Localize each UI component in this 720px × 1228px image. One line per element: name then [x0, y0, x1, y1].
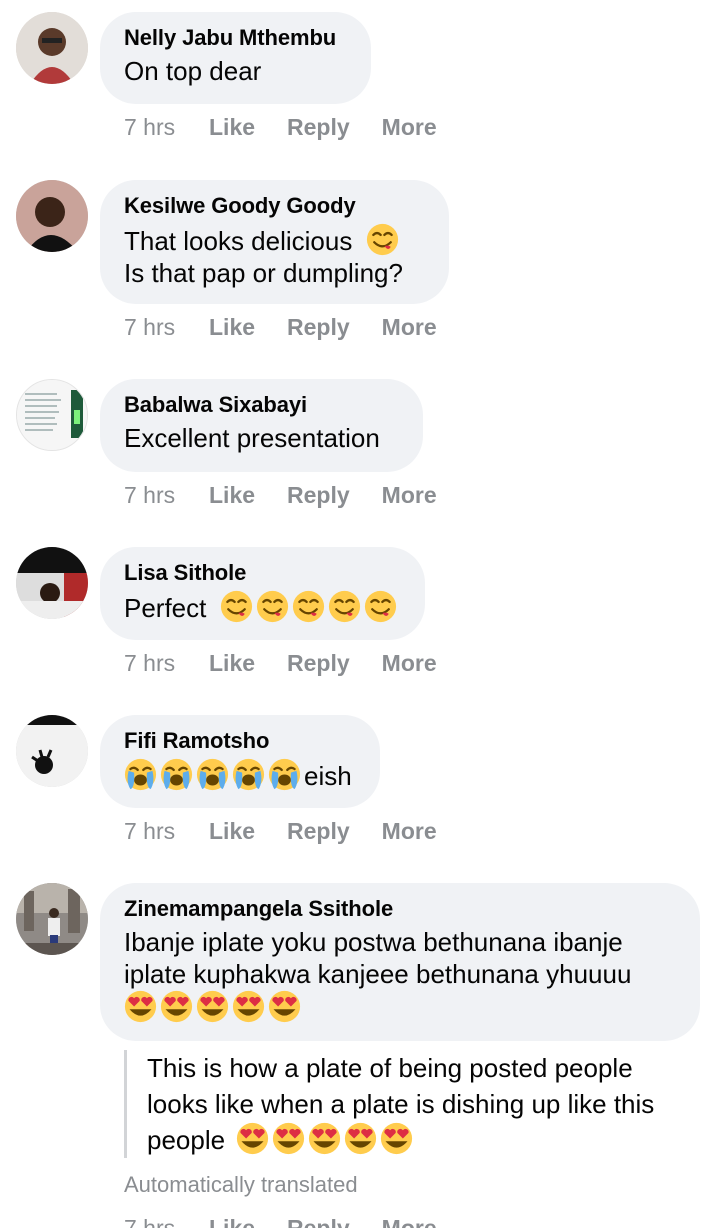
translation-block: This is how a plate of being posted peop…: [124, 1050, 704, 1158]
reply-button[interactable]: Reply: [287, 481, 350, 509]
crying-face-icon: [196, 758, 229, 791]
yum-face-icon: [256, 590, 289, 623]
yum-face-icon: [366, 223, 399, 256]
comment-actions: 7 hrs Like Reply More: [124, 113, 469, 141]
heart-eyes-face-icon: [380, 1122, 413, 1155]
translation-line: looks like when a plate is dishing up li…: [147, 1089, 655, 1119]
comment-author[interactable]: Fifi Ramotsho: [124, 728, 356, 754]
comment-text-line: That looks delicious: [124, 226, 353, 256]
like-button[interactable]: Like: [209, 113, 255, 141]
comment-text: eish: [124, 758, 356, 792]
reply-button[interactable]: Reply: [287, 1214, 350, 1228]
comment-text-line: Perfect: [124, 593, 207, 623]
comment-author[interactable]: Nelly Jabu Mthembu: [124, 25, 347, 51]
crying-face-icon: [160, 758, 193, 791]
like-button[interactable]: Like: [209, 817, 255, 845]
comment-time[interactable]: 7 hrs: [124, 1214, 209, 1228]
comment-actions: 7 hrs Like Reply More: [124, 1214, 469, 1228]
heart-eyes-face-icon: [272, 1122, 305, 1155]
heart-eyes-face-icon: [308, 1122, 341, 1155]
avatar[interactable]: [16, 547, 88, 619]
yum-face-icon: [220, 590, 253, 623]
comment-text-line: eish: [304, 761, 352, 791]
reply-button[interactable]: Reply: [287, 113, 350, 141]
comment-actions: 7 hrs Like Reply More: [124, 649, 469, 677]
comment-actions: 7 hrs Like Reply More: [124, 481, 469, 509]
avatar[interactable]: [16, 379, 88, 451]
heart-eyes-face-icon: [196, 990, 229, 1023]
crying-face-icon: [268, 758, 301, 791]
reply-button[interactable]: Reply: [287, 313, 350, 341]
more-button[interactable]: More: [382, 313, 437, 341]
comment-author[interactable]: Babalwa Sixabayi: [124, 392, 399, 418]
reply-button[interactable]: Reply: [287, 817, 350, 845]
comment-bubble[interactable]: Fifi Ramotsho eish: [100, 715, 380, 808]
comment-time[interactable]: 7 hrs: [124, 649, 209, 677]
more-button[interactable]: More: [382, 649, 437, 677]
comment-text: Excellent presentation: [124, 423, 380, 453]
comment-bubble[interactable]: Babalwa Sixabayi Excellent presentation: [100, 379, 423, 472]
auto-translated-label[interactable]: Automatically translated: [124, 1172, 358, 1198]
comment-bubble[interactable]: Zinemampangela Ssithole Ibanje iplate yo…: [100, 883, 700, 1041]
heart-eyes-face-icon: [160, 990, 193, 1023]
more-button[interactable]: More: [382, 817, 437, 845]
like-button[interactable]: Like: [209, 481, 255, 509]
comment-time[interactable]: 7 hrs: [124, 313, 209, 341]
heart-eyes-face-icon: [124, 990, 157, 1023]
more-button[interactable]: More: [382, 1214, 437, 1228]
comment-text: Perfect: [124, 590, 401, 624]
like-button[interactable]: Like: [209, 313, 255, 341]
comment-time[interactable]: 7 hrs: [124, 113, 209, 141]
avatar[interactable]: [16, 180, 88, 252]
comment-author[interactable]: Zinemampangela Ssithole: [124, 896, 676, 922]
yum-face-icon: [364, 590, 397, 623]
comment-text: Ibanje iplate yoku postwa bethunana iban…: [124, 926, 676, 1024]
translation-line: This is how a plate of being posted peop…: [147, 1053, 633, 1083]
more-button[interactable]: More: [382, 113, 437, 141]
comment-time[interactable]: 7 hrs: [124, 817, 209, 845]
comment-bubble[interactable]: Nelly Jabu Mthembu On top dear: [100, 12, 371, 104]
like-button[interactable]: Like: [209, 649, 255, 677]
heart-eyes-face-icon: [268, 990, 301, 1023]
comment-bubble[interactable]: Kesilwe Goody Goody That looks delicious…: [100, 180, 449, 304]
comment-actions: 7 hrs Like Reply More: [124, 817, 469, 845]
avatar[interactable]: [16, 12, 88, 84]
comment-text-line: iplate kuphakwa kanjeee bethunana yhuuuu: [124, 959, 632, 989]
yum-face-icon: [328, 590, 361, 623]
comment-author[interactable]: Kesilwe Goody Goody: [124, 193, 425, 219]
comment-author[interactable]: Lisa Sithole: [124, 560, 401, 586]
comment-text-line: Ibanje iplate yoku postwa bethunana iban…: [124, 927, 623, 957]
yum-face-icon: [292, 590, 325, 623]
like-button[interactable]: Like: [209, 1214, 255, 1228]
comment-time[interactable]: 7 hrs: [124, 481, 209, 509]
crying-face-icon: [124, 758, 157, 791]
comment-text-line: Is that pap or dumpling?: [124, 258, 403, 288]
comment-text: On top dear: [124, 56, 262, 86]
heart-eyes-face-icon: [344, 1122, 377, 1155]
crying-face-icon: [232, 758, 265, 791]
avatar[interactable]: [16, 715, 88, 787]
comment-actions: 7 hrs Like Reply More: [124, 313, 469, 341]
translation-line: people: [147, 1125, 226, 1155]
more-button[interactable]: More: [382, 481, 437, 509]
heart-eyes-face-icon: [236, 1122, 269, 1155]
heart-eyes-face-icon: [232, 990, 265, 1023]
avatar[interactable]: [16, 883, 88, 955]
comment-bubble[interactable]: Lisa Sithole Perfect: [100, 547, 425, 640]
comment-text: That looks delicious Is that pap or dump…: [124, 223, 425, 289]
reply-button[interactable]: Reply: [287, 649, 350, 677]
